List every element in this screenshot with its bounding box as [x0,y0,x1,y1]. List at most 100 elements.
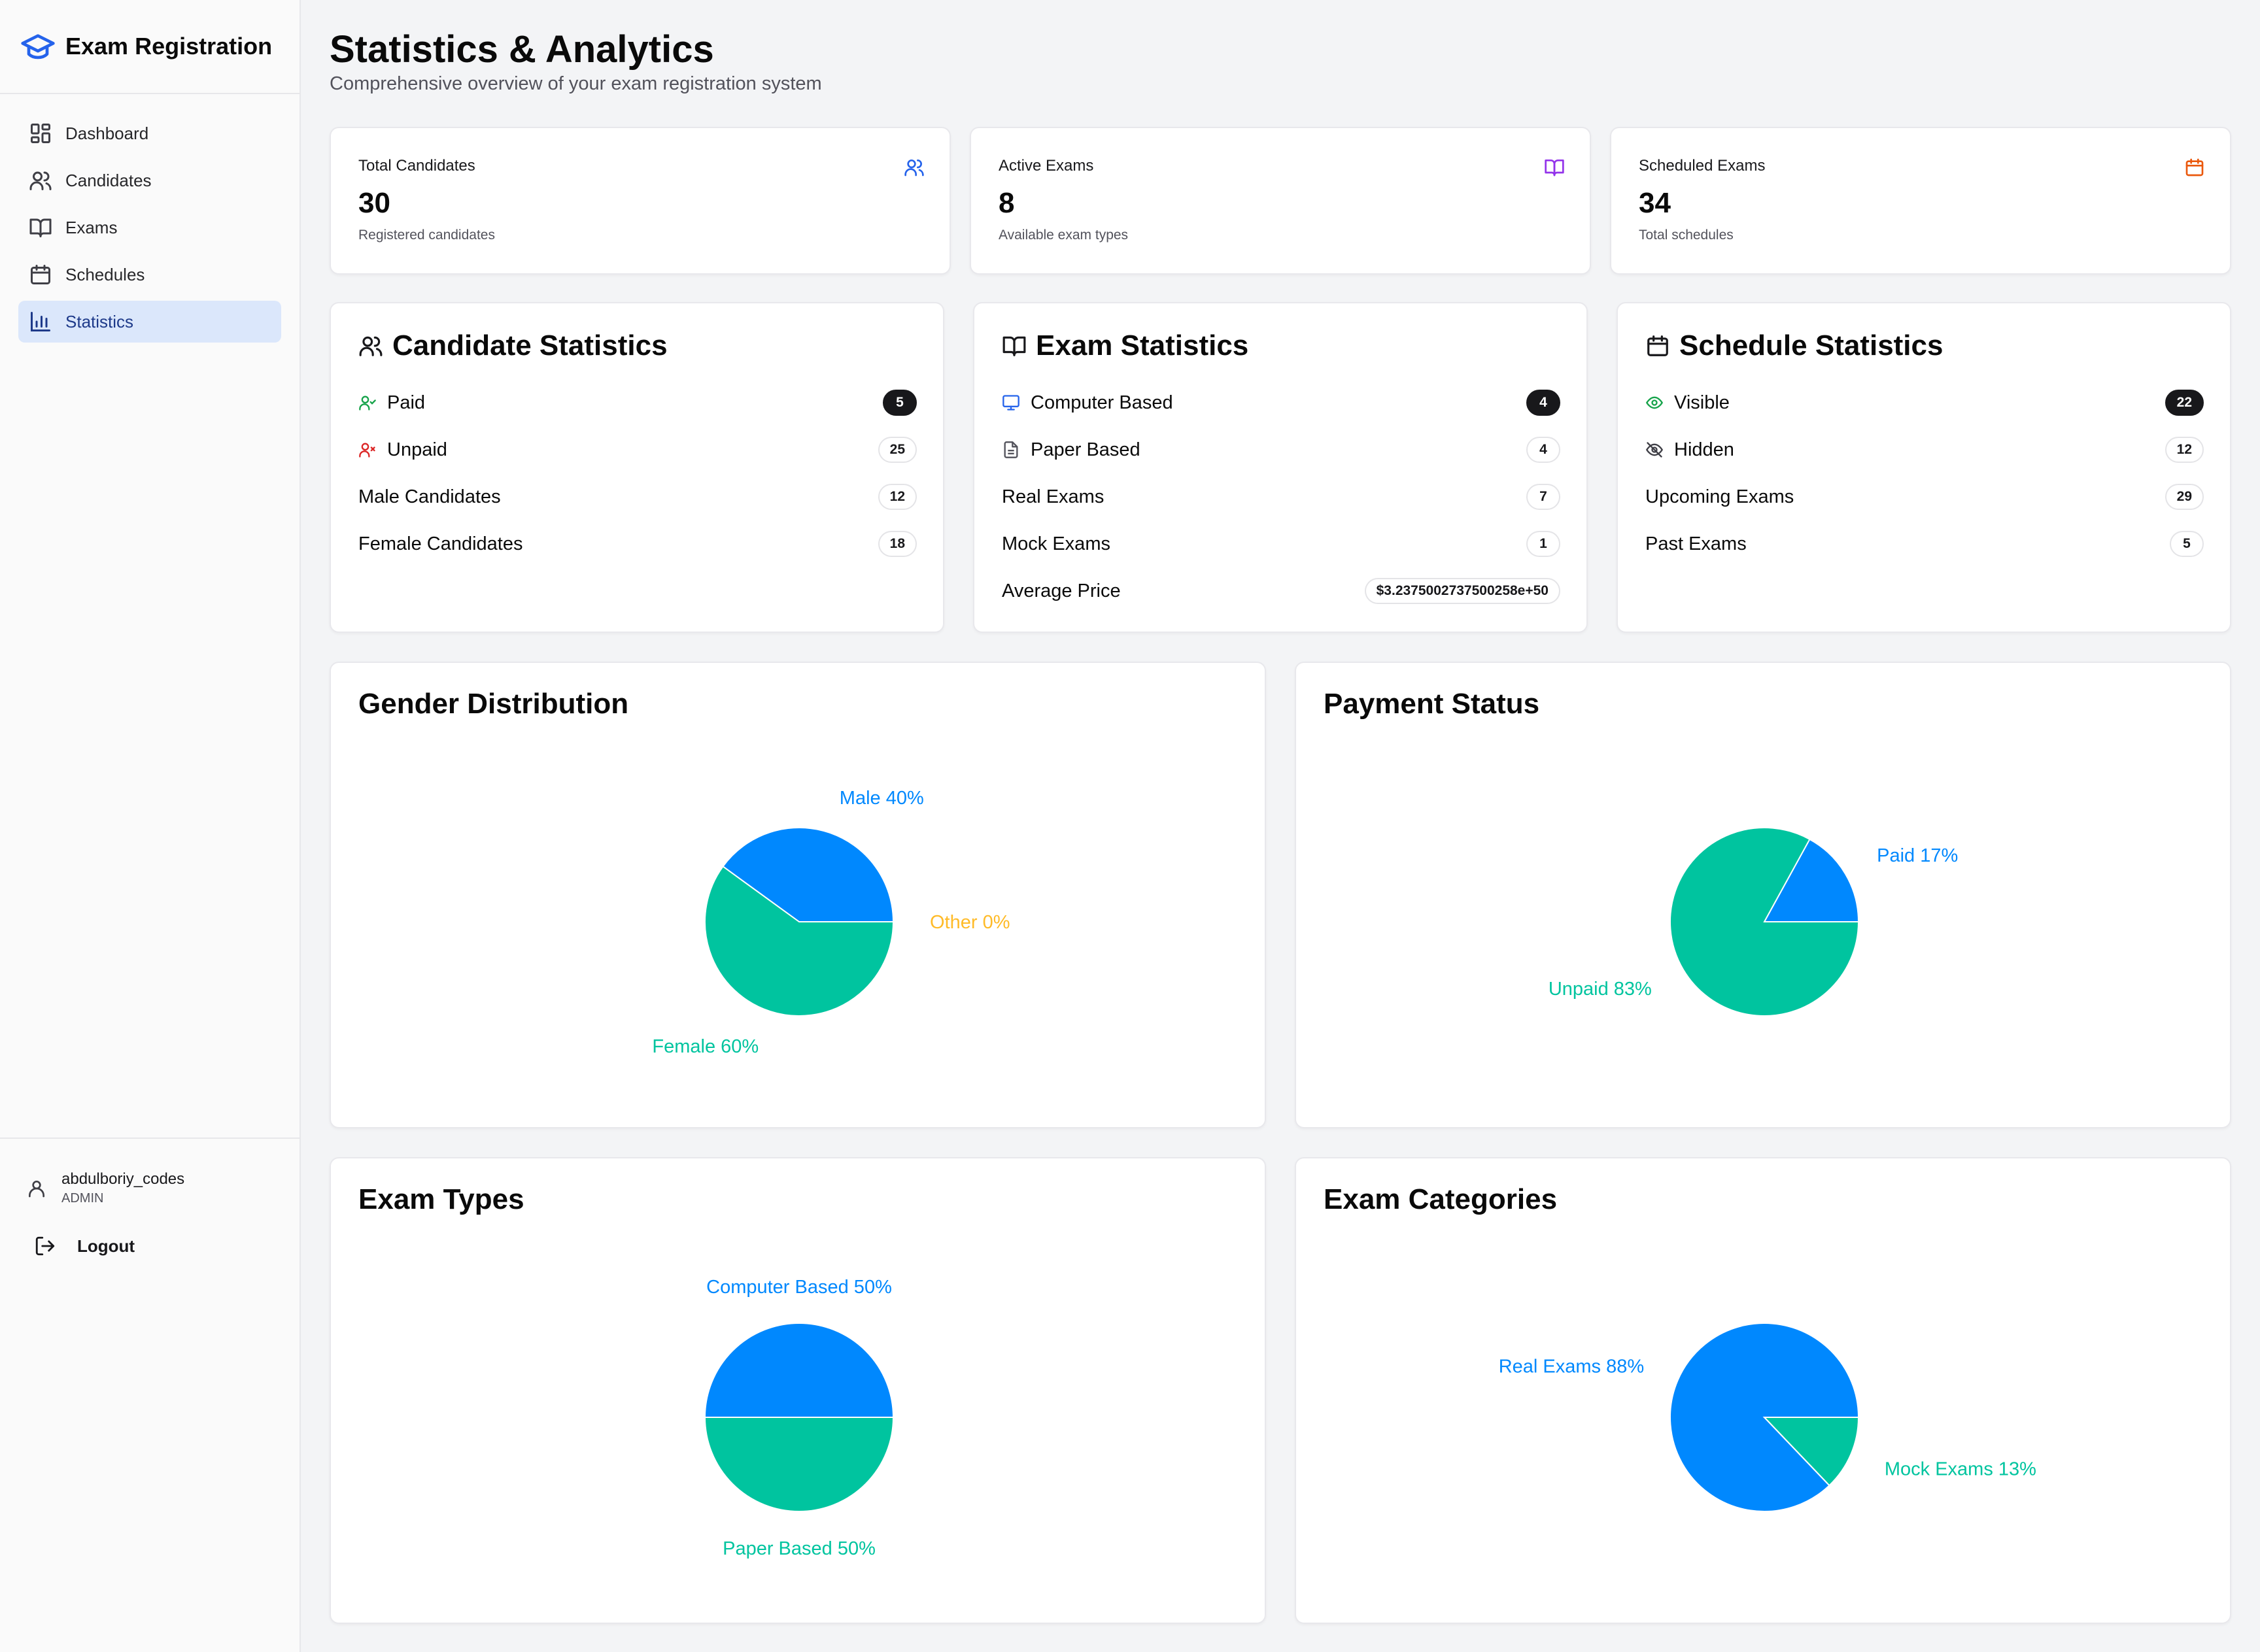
calendar-icon [31,265,50,284]
logout-button[interactable]: Logout [26,1235,275,1257]
exam-statistics-card: Exam Statistics Computer Based 4 Paper B… [973,302,1588,633]
kpi-sub: Registered candidates [358,228,495,243]
count-badge: 5 [2170,531,2204,557]
candidate-statistics-card: Candidate Statistics Paid 5 Unpaid 25 Ma… [330,302,944,633]
kpi-card-total-candidates: Total Candidates 30 Registered candidate… [330,127,951,275]
count-badge: 1 [1526,531,1560,557]
card-title-text: Exam Statistics [1036,329,1249,362]
book-icon [1545,160,1564,177]
count-badge: $3.2375002737500258e+50 [1364,578,1560,604]
monitor-icon [1002,395,1019,411]
bar-chart-icon [31,312,50,331]
users-icon [359,336,383,356]
pie-label-female-60: Female 60% [652,1036,759,1057]
page-subtitle: Comprehensive overview of your exam regi… [330,73,822,94]
user-role: ADMIN [61,1191,104,1205]
page-title: Statistics & Analytics [330,28,714,71]
pie-slice-paper-based-50[interactable] [704,1417,895,1512]
card-title: Schedule Statistics [1645,329,1943,362]
stat-row-mock-exams: Mock Exams 1 [1002,530,1560,558]
stat-row-past: Past Exams 5 [1645,530,2204,558]
count-badge: 5 [883,390,917,416]
stat-label: Female Candidates [358,533,523,554]
calendar-icon [1647,335,1668,356]
stat-row-paper-based: Paper Based 4 [1002,435,1560,464]
sidebar-item-dashboard[interactable]: Dashboard [18,112,281,154]
sidebar-footer: abdulboriy_codes ADMIN Logout [0,1138,301,1301]
stat-label: Visible [1674,392,1730,413]
exam-types-card: Exam Types Computer Based 50% Paper Based… [330,1157,1266,1624]
users-icon [904,160,924,177]
kpi-value: 30 [358,187,390,219]
user-check-icon [359,396,376,411]
book-open-icon [1002,336,1026,356]
stat-label: Hidden [1674,439,1734,460]
sidebar-item-exams[interactable]: Exams [18,207,281,248]
sidebar-item-label: Statistics [65,311,134,331]
card-title: Candidate Statistics [358,329,668,362]
app-title: Exam Registration [65,33,273,59]
pie-label-paper-based-50: Paper Based 50% [723,1538,876,1559]
user-icon [29,1180,44,1197]
stat-row-computer-based: Computer Based 4 [1002,388,1560,417]
stat-label: Mock Exams [1002,533,1110,554]
card-title-text: Schedule Statistics [1679,329,1943,362]
card-title-text: Candidate Statistics [392,329,668,362]
kpi-label: Scheduled Exams [1639,157,1766,175]
log-out-icon [35,1236,55,1256]
count-badge: 12 [2165,437,2204,463]
pie-label-male-40: Male 40% [840,788,924,809]
eye-off-icon [1645,442,1664,458]
kpi-label: Active Exams [999,157,1094,175]
count-badge: 12 [878,484,917,510]
sidebar-item-schedules[interactable]: Schedules [18,254,281,295]
stat-row-visible: Visible 22 [1645,388,2204,417]
stat-label: Average Price [1002,580,1121,601]
user-name: abdulboriy_codes [61,1170,185,1188]
pie-label-other-0: Other 0% [930,912,1010,933]
count-badge: 22 [2165,390,2204,416]
pie-label-unpaid-83: Unpaid 83% [1549,979,1652,1000]
pie-label-mock-exams-13: Mock Exams 13% [1885,1459,2036,1480]
sidebar-item-label: Exams [65,217,118,237]
stat-label: Paper Based [1031,439,1140,460]
stat-label: Unpaid [387,439,447,460]
eye-icon [1645,396,1664,409]
stat-row-female: Female Candidates 18 [358,530,917,558]
layout-grid-icon [31,124,50,143]
sidebar-item-candidates[interactable]: Candidates [18,160,281,201]
kpi-sub: Total schedules [1639,228,1734,243]
sidebar-item-label: Schedules [65,264,145,284]
schedule-statistics-card: Schedule Statistics Visible 22 Hidden 12… [1617,302,2231,633]
book-open-icon [29,218,52,237]
pie-label-real-exams-88: Real Exams 88% [1499,1356,1644,1377]
kpi-card-scheduled-exams: Scheduled Exams 34 Total schedules [1610,127,2231,275]
sidebar-item-statistics[interactable]: Statistics [18,301,281,343]
stat-label: Upcoming Exams [1645,486,1794,507]
stat-row-male: Male Candidates 12 [358,482,917,511]
count-badge: 4 [1526,390,1560,416]
count-badge: 7 [1526,484,1560,510]
sidebar: Exam Registration Dashboard Candidates E… [0,0,301,1652]
count-badge: 4 [1526,437,1560,463]
pie-slice-computer-based-50[interactable] [704,1323,895,1418]
stat-row-hidden: Hidden 12 [1645,435,2204,464]
kpi-label: Total Candidates [358,157,475,175]
exam-types-pie-chart: Computer Based 50% Paper Based 50% [704,1277,895,1559]
graduation-cap-icon [21,34,55,59]
count-badge: 29 [2165,484,2204,510]
user-x-icon [359,443,375,458]
pie-label-paid-17: Paid 17% [1877,845,1958,866]
stat-label: Paid [387,392,426,413]
sidebar-item-label: Candidates [65,170,152,190]
stat-row-average-price: Average Price $3.2375002737500258e+50 [1002,577,1560,605]
kpi-sub: Available exam types [999,228,1129,243]
count-badge: 25 [878,437,917,463]
stat-label: Real Exams [1002,486,1104,507]
kpi-card-active-exams: Active Exams 8 Available exam types [970,127,1591,275]
stat-label: Past Exams [1645,533,1747,554]
stat-label: Computer Based [1031,392,1173,413]
pie-label-computer-based-50: Computer Based 50% [706,1277,892,1298]
brand[interactable]: Exam Registration [0,0,300,94]
sidebar-nav: Dashboard Candidates Exams Schedules Sta… [0,94,300,366]
